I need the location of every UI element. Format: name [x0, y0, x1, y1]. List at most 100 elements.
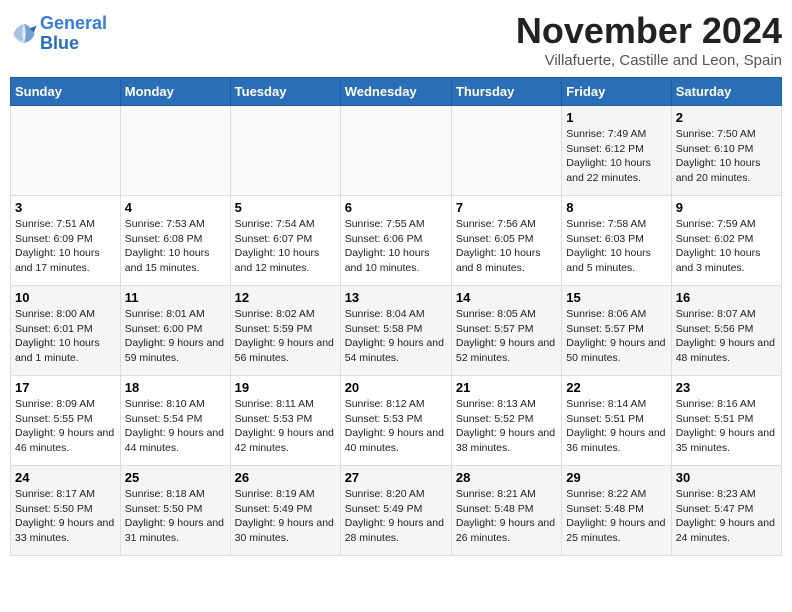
day-number: 28 — [456, 470, 557, 485]
calendar-cell — [11, 106, 121, 196]
day-number: 30 — [676, 470, 777, 485]
weekday-header: Sunday — [11, 78, 121, 106]
day-number: 27 — [345, 470, 447, 485]
day-number: 1 — [566, 110, 666, 125]
calendar-cell: 27 Sunrise: 8:20 AM Sunset: 5:49 PM Dayli… — [340, 466, 451, 556]
calendar-week-row: 3Sunrise: 7:51 AM Sunset: 6:09 PM Daylig… — [11, 196, 782, 286]
calendar-cell: 29 Sunrise: 8:22 AM Sunset: 5:48 PM Dayli… — [562, 466, 671, 556]
calendar-cell: 12Sunrise: 8:02 AM Sunset: 5:59 PM Dayli… — [230, 286, 340, 376]
calendar-cell: 20Sunrise: 8:12 AM Sunset: 5:53 PM Dayli… — [340, 376, 451, 466]
weekday-header: Saturday — [671, 78, 781, 106]
day-info: Sunrise: 8:02 AM Sunset: 5:59 PM Dayligh… — [235, 307, 336, 366]
day-info: Sunrise: 7:56 AM Sunset: 6:05 PM Dayligh… — [456, 217, 557, 276]
day-info: Sunrise: 7:54 AM Sunset: 6:07 PM Dayligh… — [235, 217, 336, 276]
day-number: 23 — [676, 380, 777, 395]
page-header: General Blue November 2024 Villafuerte, … — [10, 10, 782, 69]
day-info: Sunrise: 8:21 AM Sunset: 5:48 PM Dayligh… — [456, 487, 557, 546]
calendar-cell — [340, 106, 451, 196]
day-number: 20 — [345, 380, 447, 395]
calendar-cell: 14 Sunrise: 8:05 AM Sunset: 5:57 PM Dayli… — [451, 286, 561, 376]
day-number: 5 — [235, 200, 336, 215]
weekday-header-row: SundayMondayTuesdayWednesdayThursdayFrid… — [11, 78, 782, 106]
day-info: Sunrise: 8:01 AM Sunset: 6:00 PM Dayligh… — [125, 307, 226, 366]
day-info: Sunrise: 7:49 AM Sunset: 6:12 PM Dayligh… — [566, 127, 666, 186]
logo-text: General Blue — [40, 14, 107, 54]
calendar-cell: 22 Sunrise: 8:14 AM Sunset: 5:51 PM Dayli… — [562, 376, 671, 466]
weekday-header: Tuesday — [230, 78, 340, 106]
day-number: 19 — [235, 380, 336, 395]
weekday-header: Friday — [562, 78, 671, 106]
day-info: Sunrise: 8:23 AM Sunset: 5:47 PM Dayligh… — [676, 487, 777, 546]
day-info: Sunrise: 7:58 AM Sunset: 6:03 PM Dayligh… — [566, 217, 666, 276]
day-number: 4 — [125, 200, 226, 215]
day-info: Sunrise: 8:04 AM Sunset: 5:58 PM Dayligh… — [345, 307, 447, 366]
calendar-cell: 18 Sunrise: 8:10 AM Sunset: 5:54 PM Dayli… — [120, 376, 230, 466]
weekday-header: Monday — [120, 78, 230, 106]
weekday-header: Wednesday — [340, 78, 451, 106]
calendar-cell: 11 Sunrise: 8:01 AM Sunset: 6:00 PM Dayli… — [120, 286, 230, 376]
day-info: Sunrise: 8:07 AM Sunset: 5:56 PM Dayligh… — [676, 307, 777, 366]
location-title: Villafuerte, Castille and Leon, Spain — [516, 52, 782, 69]
calendar-week-row: 24 Sunrise: 8:17 AM Sunset: 5:50 PM Dayli… — [11, 466, 782, 556]
day-number: 6 — [345, 200, 447, 215]
calendar-cell: 4 Sunrise: 7:53 AM Sunset: 6:08 PM Daylig… — [120, 196, 230, 286]
calendar-cell: 23 Sunrise: 8:16 AM Sunset: 5:51 PM Dayli… — [671, 376, 781, 466]
day-number: 25 — [125, 470, 226, 485]
day-info: Sunrise: 8:09 AM Sunset: 5:55 PM Dayligh… — [15, 397, 116, 456]
calendar-cell — [451, 106, 561, 196]
day-number: 21 — [456, 380, 557, 395]
calendar-cell: 5 Sunrise: 7:54 AM Sunset: 6:07 PM Daylig… — [230, 196, 340, 286]
day-number: 2 — [676, 110, 777, 125]
calendar-cell: 24 Sunrise: 8:17 AM Sunset: 5:50 PM Dayli… — [11, 466, 121, 556]
calendar-cell: 9 Sunrise: 7:59 AM Sunset: 6:02 PM Daylig… — [671, 196, 781, 286]
calendar-cell — [230, 106, 340, 196]
day-info: Sunrise: 8:11 AM Sunset: 5:53 PM Dayligh… — [235, 397, 336, 456]
day-info: Sunrise: 7:55 AM Sunset: 6:06 PM Dayligh… — [345, 217, 447, 276]
day-number: 14 — [456, 290, 557, 305]
day-number: 24 — [15, 470, 116, 485]
calendar-cell: 25Sunrise: 8:18 AM Sunset: 5:50 PM Dayli… — [120, 466, 230, 556]
day-number: 26 — [235, 470, 336, 485]
day-info: Sunrise: 8:20 AM Sunset: 5:49 PM Dayligh… — [345, 487, 447, 546]
calendar-week-row: 10Sunrise: 8:00 AM Sunset: 6:01 PM Dayli… — [11, 286, 782, 376]
day-info: Sunrise: 8:10 AM Sunset: 5:54 PM Dayligh… — [125, 397, 226, 456]
day-number: 18 — [125, 380, 226, 395]
calendar-cell: 28 Sunrise: 8:21 AM Sunset: 5:48 PM Dayli… — [451, 466, 561, 556]
day-number: 9 — [676, 200, 777, 215]
calendar-table: SundayMondayTuesdayWednesdayThursdayFrid… — [10, 77, 782, 556]
day-info: Sunrise: 8:05 AM Sunset: 5:57 PM Dayligh… — [456, 307, 557, 366]
calendar-cell: 2 Sunrise: 7:50 AM Sunset: 6:10 PM Daylig… — [671, 106, 781, 196]
weekday-header: Thursday — [451, 78, 561, 106]
calendar-cell — [120, 106, 230, 196]
day-info: Sunrise: 8:22 AM Sunset: 5:48 PM Dayligh… — [566, 487, 666, 546]
day-number: 11 — [125, 290, 226, 305]
calendar-cell: 10Sunrise: 8:00 AM Sunset: 6:01 PM Dayli… — [11, 286, 121, 376]
day-info: Sunrise: 7:50 AM Sunset: 6:10 PM Dayligh… — [676, 127, 777, 186]
calendar-cell: 16 Sunrise: 8:07 AM Sunset: 5:56 PM Dayli… — [671, 286, 781, 376]
day-number: 13 — [345, 290, 447, 305]
day-info: Sunrise: 8:00 AM Sunset: 6:01 PM Dayligh… — [15, 307, 116, 366]
calendar-cell: 21 Sunrise: 8:13 AM Sunset: 5:52 PM Dayli… — [451, 376, 561, 466]
day-number: 8 — [566, 200, 666, 215]
logo: General Blue — [10, 14, 107, 54]
calendar-cell: 3Sunrise: 7:51 AM Sunset: 6:09 PM Daylig… — [11, 196, 121, 286]
day-number: 29 — [566, 470, 666, 485]
day-info: Sunrise: 8:14 AM Sunset: 5:51 PM Dayligh… — [566, 397, 666, 456]
calendar-cell: 30 Sunrise: 8:23 AM Sunset: 5:47 PM Dayli… — [671, 466, 781, 556]
day-number: 22 — [566, 380, 666, 395]
calendar-cell: 8 Sunrise: 7:58 AM Sunset: 6:03 PM Daylig… — [562, 196, 671, 286]
logo-icon — [10, 20, 38, 48]
day-number: 16 — [676, 290, 777, 305]
day-info: Sunrise: 8:13 AM Sunset: 5:52 PM Dayligh… — [456, 397, 557, 456]
day-info: Sunrise: 8:17 AM Sunset: 5:50 PM Dayligh… — [15, 487, 116, 546]
calendar-cell: 1 Sunrise: 7:49 AM Sunset: 6:12 PM Daylig… — [562, 106, 671, 196]
calendar-cell: 6 Sunrise: 7:55 AM Sunset: 6:06 PM Daylig… — [340, 196, 451, 286]
day-info: Sunrise: 7:51 AM Sunset: 6:09 PM Dayligh… — [15, 217, 116, 276]
calendar-week-row: 17 Sunrise: 8:09 AM Sunset: 5:55 PM Dayli… — [11, 376, 782, 466]
day-info: Sunrise: 7:53 AM Sunset: 6:08 PM Dayligh… — [125, 217, 226, 276]
month-title: November 2024 — [516, 10, 782, 52]
title-area: November 2024 Villafuerte, Castille and … — [516, 10, 782, 69]
day-number: 17 — [15, 380, 116, 395]
day-info: Sunrise: 8:16 AM Sunset: 5:51 PM Dayligh… — [676, 397, 777, 456]
day-info: Sunrise: 7:59 AM Sunset: 6:02 PM Dayligh… — [676, 217, 777, 276]
